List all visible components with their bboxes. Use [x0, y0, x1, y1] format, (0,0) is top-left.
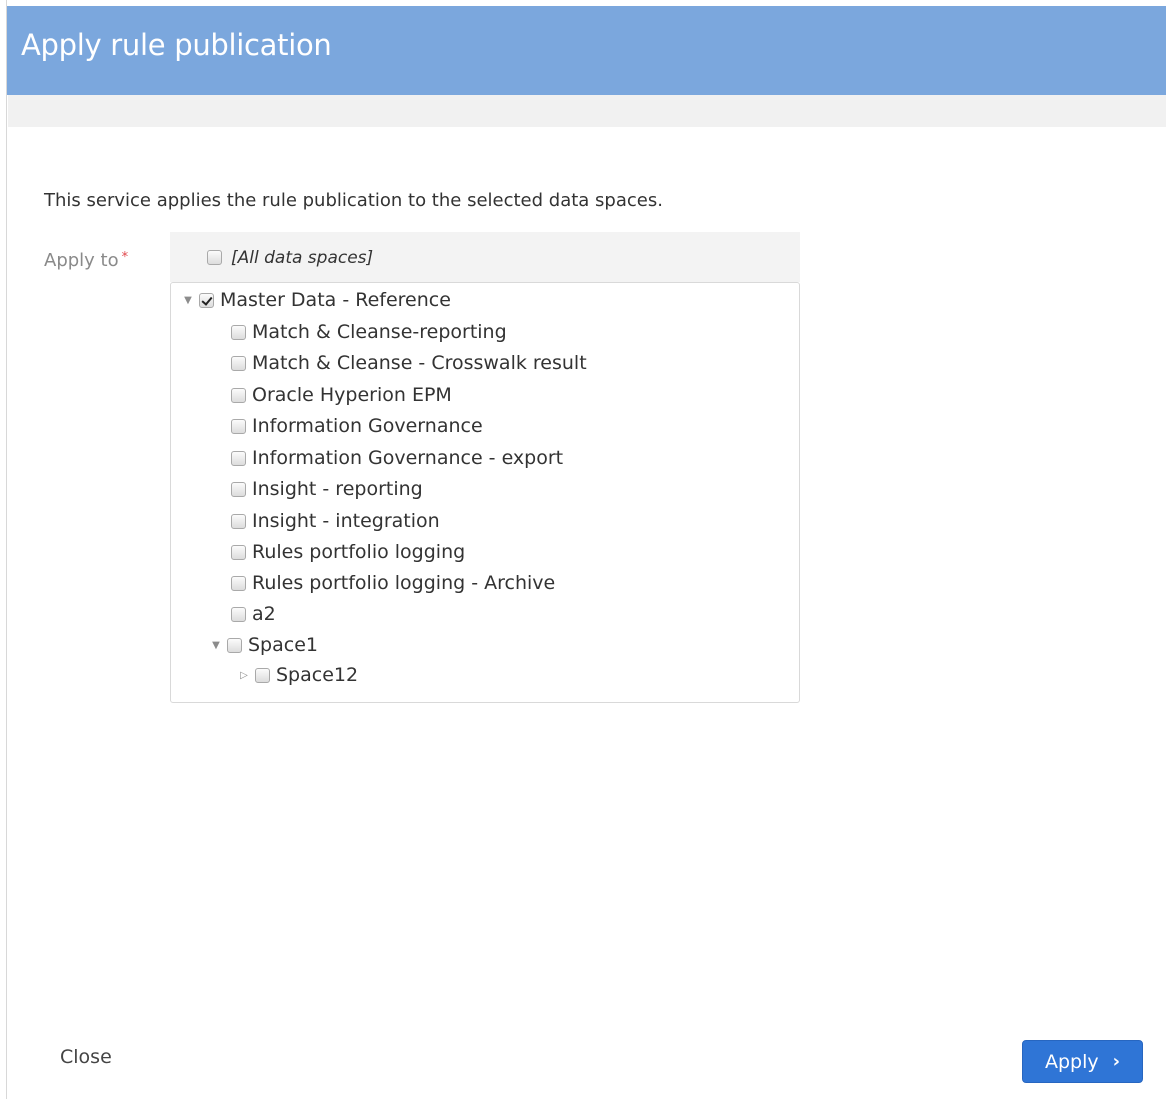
- tree-item[interactable]: Insight - reporting: [231, 475, 423, 503]
- dialog-body: This service applies the rule publicatio…: [8, 127, 1166, 1099]
- service-description: This service applies the rule publicatio…: [44, 190, 663, 211]
- tree-item[interactable]: Rules portfolio logging: [231, 538, 465, 566]
- tree-item-checkbox[interactable]: [231, 544, 246, 560]
- tree-item-checkbox[interactable]: [231, 355, 246, 371]
- tree-item[interactable]: ▼ Master Data - Reference: [181, 286, 451, 314]
- dialog-window: Apply rule publication This service appl…: [0, 0, 1166, 1099]
- required-marker: *: [121, 250, 129, 265]
- tree-item-label: Rules portfolio logging - Archive: [252, 572, 556, 594]
- tree-item[interactable]: Rules portfolio logging - Archive: [231, 569, 555, 597]
- tree-item[interactable]: Information Governance: [231, 412, 483, 440]
- close-button[interactable]: Close: [60, 1046, 112, 1068]
- collapse-toggle-icon[interactable]: ▷: [237, 670, 251, 681]
- apply-button-label: Apply: [1044, 1050, 1099, 1073]
- tree-item-label: Match & Cleanse-reporting: [252, 321, 507, 343]
- window-edge: [0, 0, 7, 1099]
- tree-item-checkbox[interactable]: [199, 292, 214, 308]
- tree-item[interactable]: ▼ Space1: [209, 631, 318, 659]
- apply-button[interactable]: Apply ›: [1022, 1040, 1143, 1083]
- tree-item-label: Information Governance: [252, 415, 483, 437]
- tree-item[interactable]: Information Governance - export: [231, 444, 563, 472]
- dialog-header: Apply rule publication: [7, 0, 1166, 95]
- tree-item-checkbox[interactable]: [227, 637, 242, 653]
- all-data-spaces-checkbox[interactable]: [207, 250, 222, 265]
- tree-item[interactable]: a2: [231, 600, 276, 628]
- expand-toggle-icon[interactable]: ▼: [181, 295, 195, 306]
- tree-item-checkbox[interactable]: [231, 387, 246, 403]
- tree-item-label: Match & Cleanse - Crosswalk result: [252, 352, 587, 374]
- tree-item-label: Oracle Hyperion EPM: [252, 384, 452, 406]
- tree-item-label: Rules portfolio logging: [252, 541, 466, 563]
- toolbar-strip: [8, 95, 1166, 127]
- tree-item-label: Information Governance - export: [252, 447, 564, 469]
- tree-item[interactable]: Match & Cleanse - Crosswalk result: [231, 349, 587, 377]
- tree-item-checkbox[interactable]: [231, 575, 246, 591]
- tree-item-label: Master Data - Reference: [220, 289, 451, 311]
- tree-item-label: Insight - integration: [252, 510, 440, 532]
- tree-item[interactable]: Match & Cleanse-reporting: [231, 318, 507, 346]
- tree-item-checkbox[interactable]: [255, 667, 270, 683]
- tree-item-checkbox[interactable]: [231, 606, 246, 622]
- tree-item-label: Space12: [276, 664, 359, 686]
- tree-item-checkbox[interactable]: [231, 418, 246, 434]
- tree-item-checkbox[interactable]: [231, 481, 246, 497]
- data-space-tree: ▼ Master Data - Reference Match & Cleans…: [170, 282, 800, 703]
- dialog-title: Apply rule publication: [21, 28, 332, 62]
- all-data-spaces-row: [All data spaces]: [170, 232, 800, 282]
- tree-item-label: Insight - reporting: [252, 478, 423, 500]
- all-data-spaces-label[interactable]: [All data spaces]: [231, 248, 373, 268]
- tree-item-label: a2: [252, 603, 276, 625]
- chevron-right-icon: ›: [1112, 1051, 1121, 1072]
- tree-item-checkbox[interactable]: [231, 324, 246, 340]
- apply-to-label: Apply to *: [44, 250, 128, 271]
- tree-item[interactable]: Oracle Hyperion EPM: [231, 381, 452, 409]
- expand-toggle-icon[interactable]: ▼: [209, 640, 223, 651]
- tree-item[interactable]: ▷ Space12: [237, 661, 358, 689]
- tree-item-label: Space1: [248, 634, 318, 656]
- tree-item[interactable]: Insight - integration: [231, 507, 440, 535]
- apply-to-label-text: Apply to: [44, 250, 119, 271]
- tree-item-checkbox[interactable]: [231, 513, 246, 529]
- tree-item-checkbox[interactable]: [231, 450, 246, 466]
